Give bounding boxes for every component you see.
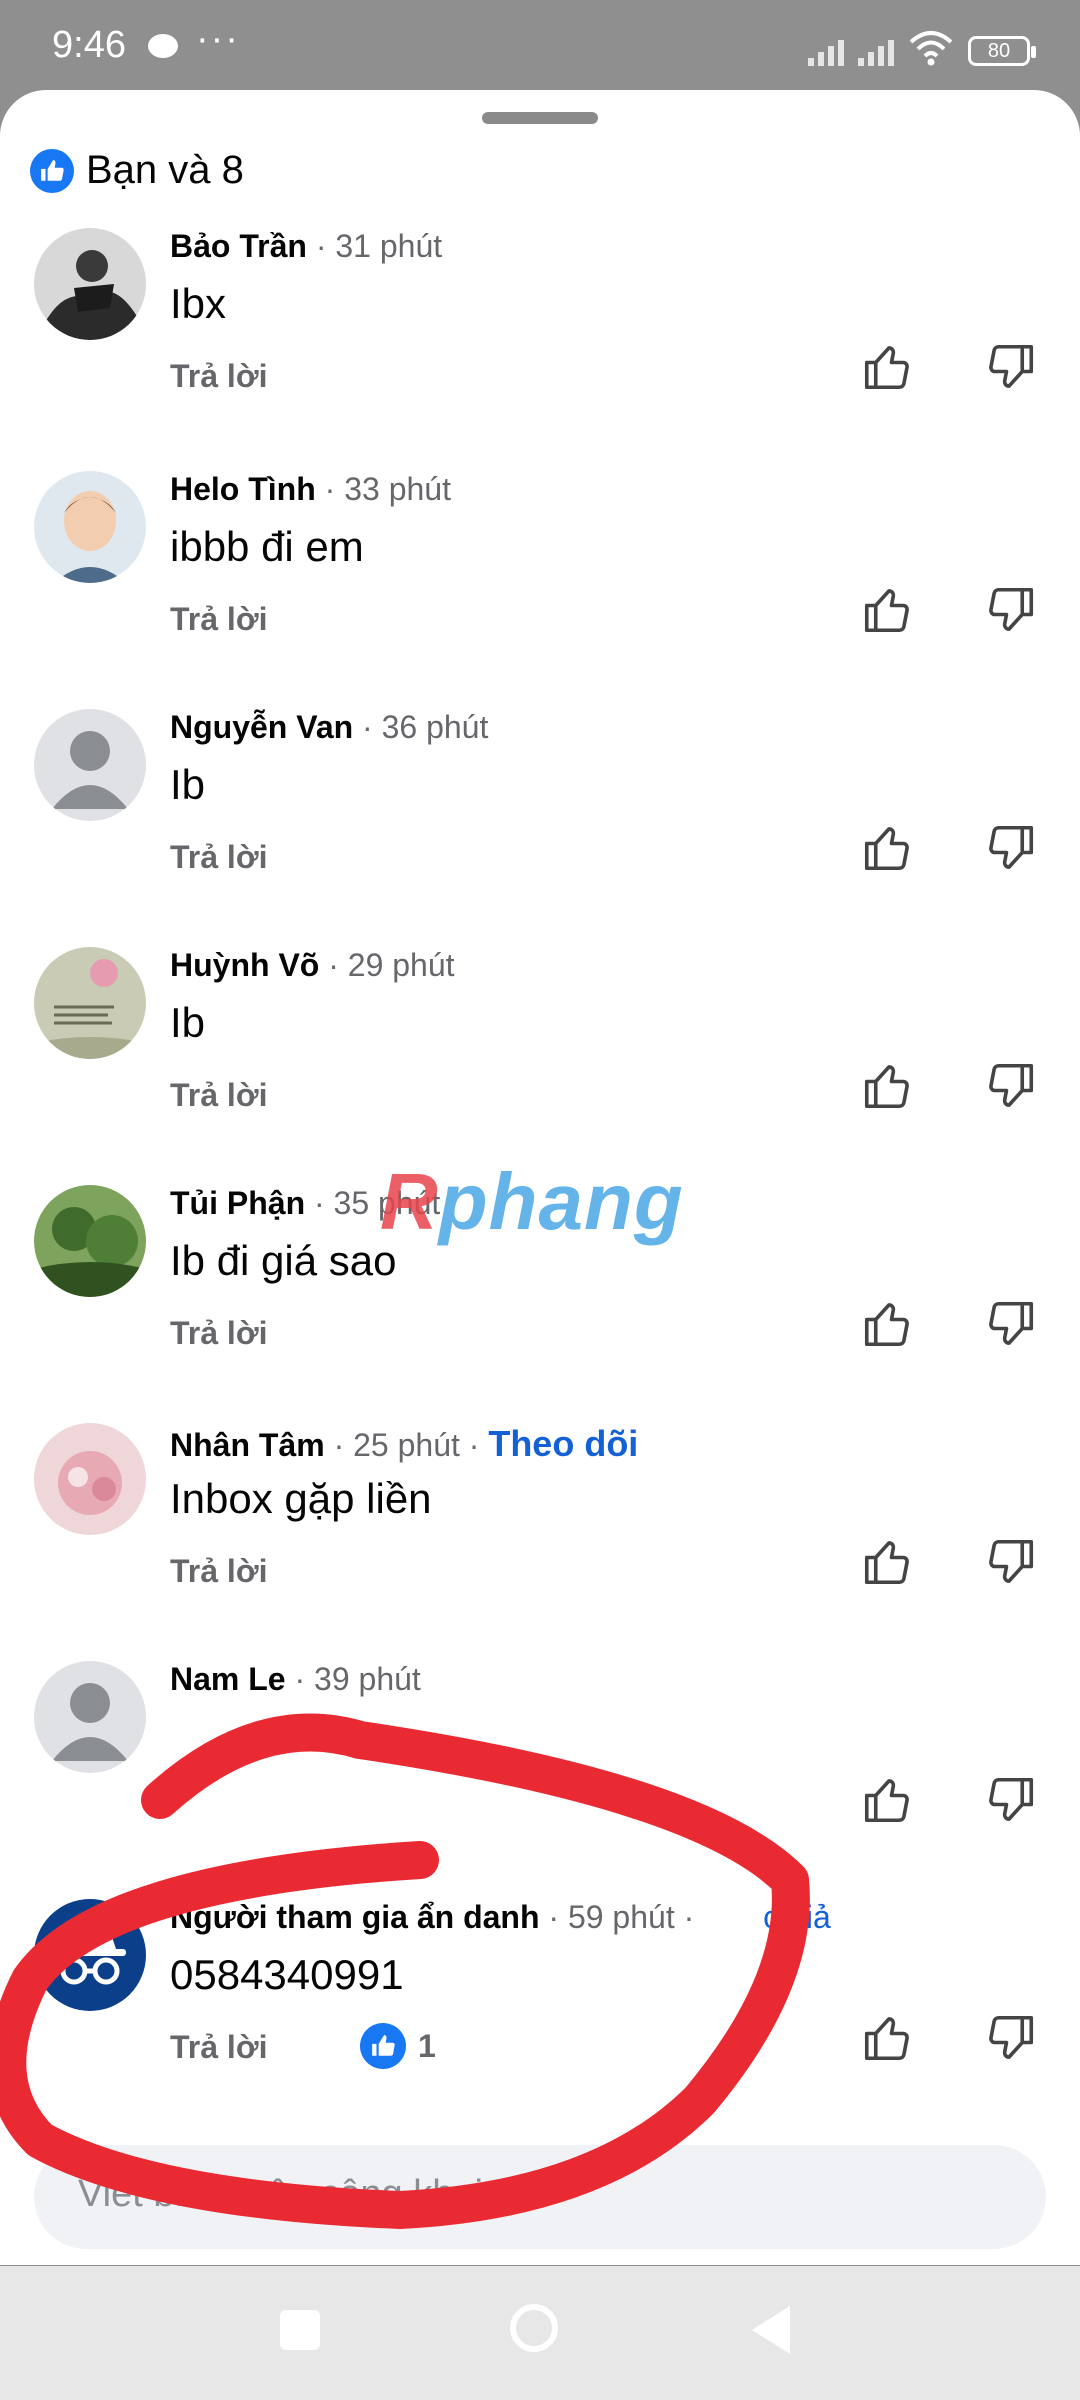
more-notifications-icon: ··· (196, 18, 240, 60)
comment-header: Bảo Trần · 31 phút (170, 228, 442, 265)
comment-text: Ib (170, 761, 206, 808)
status-time: 9:46 (52, 24, 126, 66)
author-name[interactable]: Nam Le (170, 1661, 286, 1697)
thumbs-down-outline-icon[interactable] (984, 1535, 1038, 1589)
comment-time: · 25 phút · (333, 1427, 480, 1463)
thumbs-up-outline-icon[interactable] (860, 821, 914, 875)
author-name[interactable]: Huỳnh Võ (170, 947, 319, 983)
comment-time: · 33 phút (324, 471, 451, 507)
reply-button[interactable]: Trả lời (170, 601, 267, 638)
comment-header: Người tham gia ẩn danh · 59 phút · c giả (170, 1899, 831, 1936)
reply-button[interactable]: Trả lời (170, 1077, 267, 1114)
signal-icon (808, 40, 844, 66)
avatar[interactable] (34, 1185, 146, 1297)
reactions-label: Bạn và 8 (86, 148, 244, 192)
comment-time: · 39 phút (294, 1661, 421, 1697)
comment-time: · 29 phút (328, 947, 455, 983)
home-button[interactable] (510, 2304, 558, 2352)
battery-icon: 80 (968, 36, 1036, 66)
comment-input[interactable]: Viết bình luận công khai... (34, 2145, 1046, 2249)
comment-item: Người tham gia ẩn danh · 59 phút · c giả… (0, 1889, 1080, 2127)
thumbs-up-outline-icon[interactable] (860, 1059, 914, 1113)
comment-header: Nhân Tâm · 25 phút · Theo dõi (170, 1423, 638, 1465)
comment-text: 0584340991 (170, 1951, 404, 1998)
comment-text: Ibx (170, 280, 227, 327)
reply-button[interactable]: Trả lời (170, 1315, 267, 1352)
comment-text: Ib (170, 999, 206, 1046)
comment-item: Helo Tình · 33 phút ibbb đi em Trả lời (0, 461, 1080, 699)
thumbs-up-outline-icon[interactable] (860, 1535, 914, 1589)
system-nav-bar (0, 2266, 1080, 2400)
sheet-drag-handle[interactable] (482, 112, 598, 124)
thumbs-up-icon (360, 2023, 406, 2069)
author-name[interactable]: Tủi Phận (170, 1185, 305, 1221)
comment-header: Nam Le · 39 phút (170, 1661, 421, 1698)
comment-input-placeholder: Viết bình luận công khai... (78, 2173, 515, 2215)
thumbs-up-outline-icon[interactable] (860, 1297, 914, 1351)
thumbs-up-outline-icon[interactable] (860, 1773, 914, 1827)
author-badge: c giả (763, 1899, 831, 1935)
thumbs-down-outline-icon[interactable] (984, 1059, 1038, 1113)
comment-header: Nguyễn Van · 36 phút (170, 709, 488, 746)
avatar[interactable] (34, 471, 146, 583)
comment-item: Nam Le · 39 phút (0, 1651, 1080, 1889)
comment-item: Huỳnh Võ · 29 phút Ib Trả lời (0, 937, 1080, 1175)
avatar[interactable] (34, 947, 146, 1059)
avatar[interactable] (34, 1423, 146, 1535)
signal-2-icon (858, 40, 894, 66)
comment-time: · 59 phút · (548, 1899, 695, 1935)
avatar[interactable] (34, 228, 146, 340)
thumbs-down-outline-icon[interactable] (984, 340, 1038, 394)
author-name[interactable]: Helo Tình (170, 471, 316, 507)
avatar[interactable] (34, 709, 146, 821)
thumbs-up-outline-icon[interactable] (860, 583, 914, 637)
author-name[interactable]: Người tham gia ẩn danh (170, 1899, 540, 1935)
comment-time: · 35 phút (314, 1185, 441, 1221)
anonymous-avatar[interactable] (34, 1899, 146, 2011)
comment-item: Nhân Tâm · 25 phút · Theo dõi Inbox gặp … (0, 1413, 1080, 1651)
wifi-icon (909, 31, 953, 66)
follow-button[interactable]: Theo dõi (488, 1423, 638, 1464)
comment-like-count[interactable]: 1 (360, 2023, 436, 2069)
like-count: 1 (418, 2027, 436, 2064)
comment-text: Ib đi giá sao (170, 1237, 397, 1284)
reply-button[interactable]: Trả lời (170, 358, 267, 395)
chat-notification-icon (148, 34, 178, 58)
reply-button[interactable]: Trả lời (170, 1553, 267, 1590)
comment-item: Nguyễn Van · 36 phút Ib Trả lời (0, 699, 1080, 937)
author-name[interactable]: Nguyễn Van (170, 709, 353, 745)
status-bar: 9:46 ··· 80 (0, 0, 1080, 92)
comment-list: Bảo Trần · 31 phút Ibx Trả lời Helo Tình… (0, 218, 1080, 2127)
avatar[interactable] (34, 1661, 146, 1773)
thumbs-up-outline-icon[interactable] (860, 340, 914, 394)
thumbs-down-outline-icon[interactable] (984, 1297, 1038, 1351)
comment-time: · 31 phút (315, 228, 443, 264)
comment-time: · 36 phút (362, 709, 489, 745)
thumbs-down-outline-icon[interactable] (984, 821, 1038, 875)
comments-sheet: Bạn và 8 Bảo Trần · 31 phút Ibx Trả lời … (0, 90, 1080, 2265)
thumbs-down-outline-icon[interactable] (984, 2011, 1038, 2065)
thumbs-up-outline-icon[interactable] (860, 2011, 914, 2065)
comment-header: Tủi Phận · 35 phút (170, 1185, 440, 1222)
reactions-summary[interactable]: Bạn và 8 (30, 148, 244, 193)
comment-header: Huỳnh Võ · 29 phút (170, 947, 455, 984)
comment-text: ibbb đi em (170, 523, 364, 570)
thumbs-down-outline-icon[interactable] (984, 583, 1038, 637)
recent-apps-button[interactable] (280, 2310, 320, 2350)
comment-item: Tủi Phận · 35 phút Ib đi giá sao Trả lời (0, 1175, 1080, 1413)
reply-button[interactable]: Trả lời (170, 2029, 267, 2066)
thumbs-up-icon (30, 148, 74, 193)
comment-text: Inbox gặp liền (170, 1475, 432, 1522)
back-button[interactable] (752, 2306, 790, 2354)
thumbs-down-outline-icon[interactable] (984, 1773, 1038, 1827)
author-name[interactable]: Nhân Tâm (170, 1427, 325, 1463)
reply-button[interactable]: Trả lời (170, 839, 267, 876)
comment-item: Bảo Trần · 31 phút Ibx Trả lời (0, 218, 1080, 461)
comment-header: Helo Tình · 33 phút (170, 471, 451, 508)
author-name[interactable]: Bảo Trần (170, 228, 307, 264)
